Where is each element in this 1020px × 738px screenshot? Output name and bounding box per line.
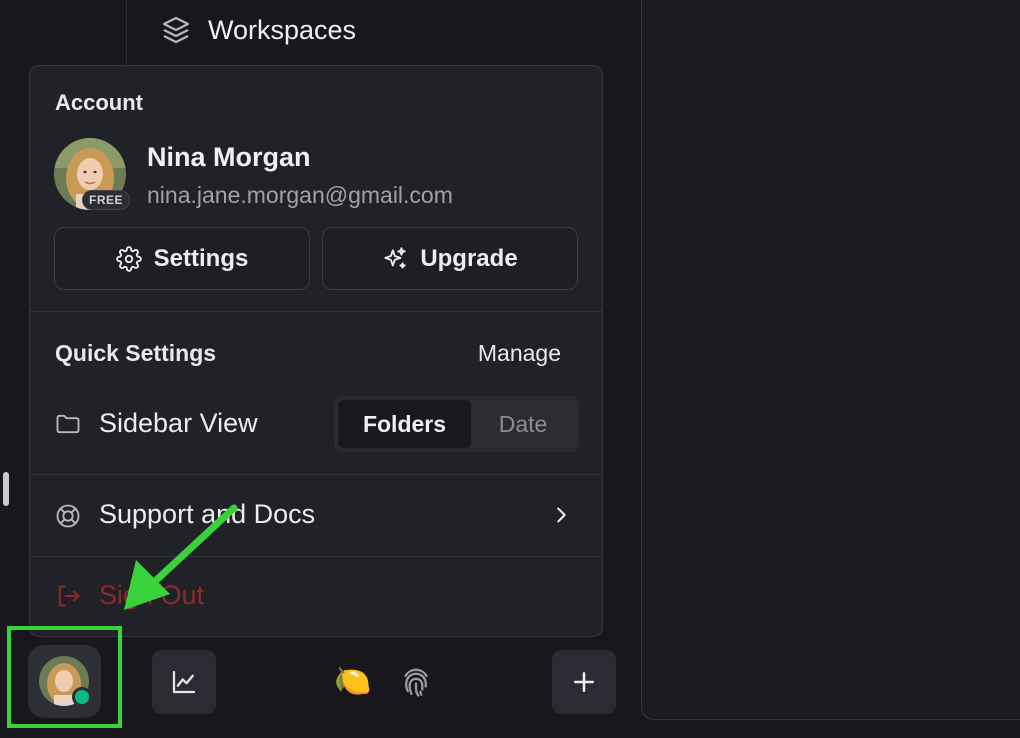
highlight-box (7, 626, 122, 728)
gear-icon (115, 245, 142, 272)
plan-badge: FREE (82, 190, 131, 210)
lifebuoy-icon (56, 504, 80, 528)
user-name: Nina Morgan (147, 142, 311, 172)
sidebar-view-folders-option[interactable]: Folders (338, 400, 471, 448)
fingerprint-icon[interactable] (398, 664, 434, 700)
settings-button[interactable]: Settings (54, 227, 310, 290)
sparkles-icon (384, 246, 406, 269)
main-panel (641, 0, 1020, 720)
settings-label: Settings (153, 244, 249, 272)
upgrade-label: Upgrade (420, 244, 518, 272)
manage-link[interactable]: Manage (478, 340, 561, 367)
account-section-title: Account (55, 90, 143, 115)
workspaces-label: Workspaces (208, 14, 357, 45)
divider (30, 311, 602, 312)
workspaces-item[interactable]: Workspaces (160, 12, 356, 48)
support-and-docs-item[interactable]: Support and Docs (30, 475, 602, 557)
quick-settings-title: Quick Settings (55, 340, 217, 366)
lemon-icon[interactable]: 🍋 (334, 664, 371, 699)
account-menu: Account FREE Nina Morgan nina.jane.morga… (29, 65, 603, 637)
layers-icon (162, 16, 190, 44)
line-chart-icon (172, 670, 196, 694)
resize-handle[interactable] (3, 472, 9, 506)
user-email: nina.jane.morgan@gmail.com (147, 182, 453, 208)
divider (30, 556, 602, 557)
chevron-right-icon (557, 507, 566, 523)
sidebar-view-date-option[interactable]: Date (471, 400, 575, 448)
sidebar-view-label: Sidebar View (99, 408, 258, 438)
sign-out-icon (58, 585, 80, 607)
add-button[interactable] (552, 650, 616, 714)
support-and-docs-label: Support and Docs (99, 499, 316, 529)
plus-icon (574, 672, 594, 692)
folder-icon (56, 414, 80, 434)
sign-out-label: Sign Out (99, 580, 205, 610)
sidebar-view-toggle: Folders Date (334, 396, 579, 452)
stats-button[interactable] (152, 650, 216, 714)
upgrade-button[interactable]: Upgrade (322, 227, 578, 290)
